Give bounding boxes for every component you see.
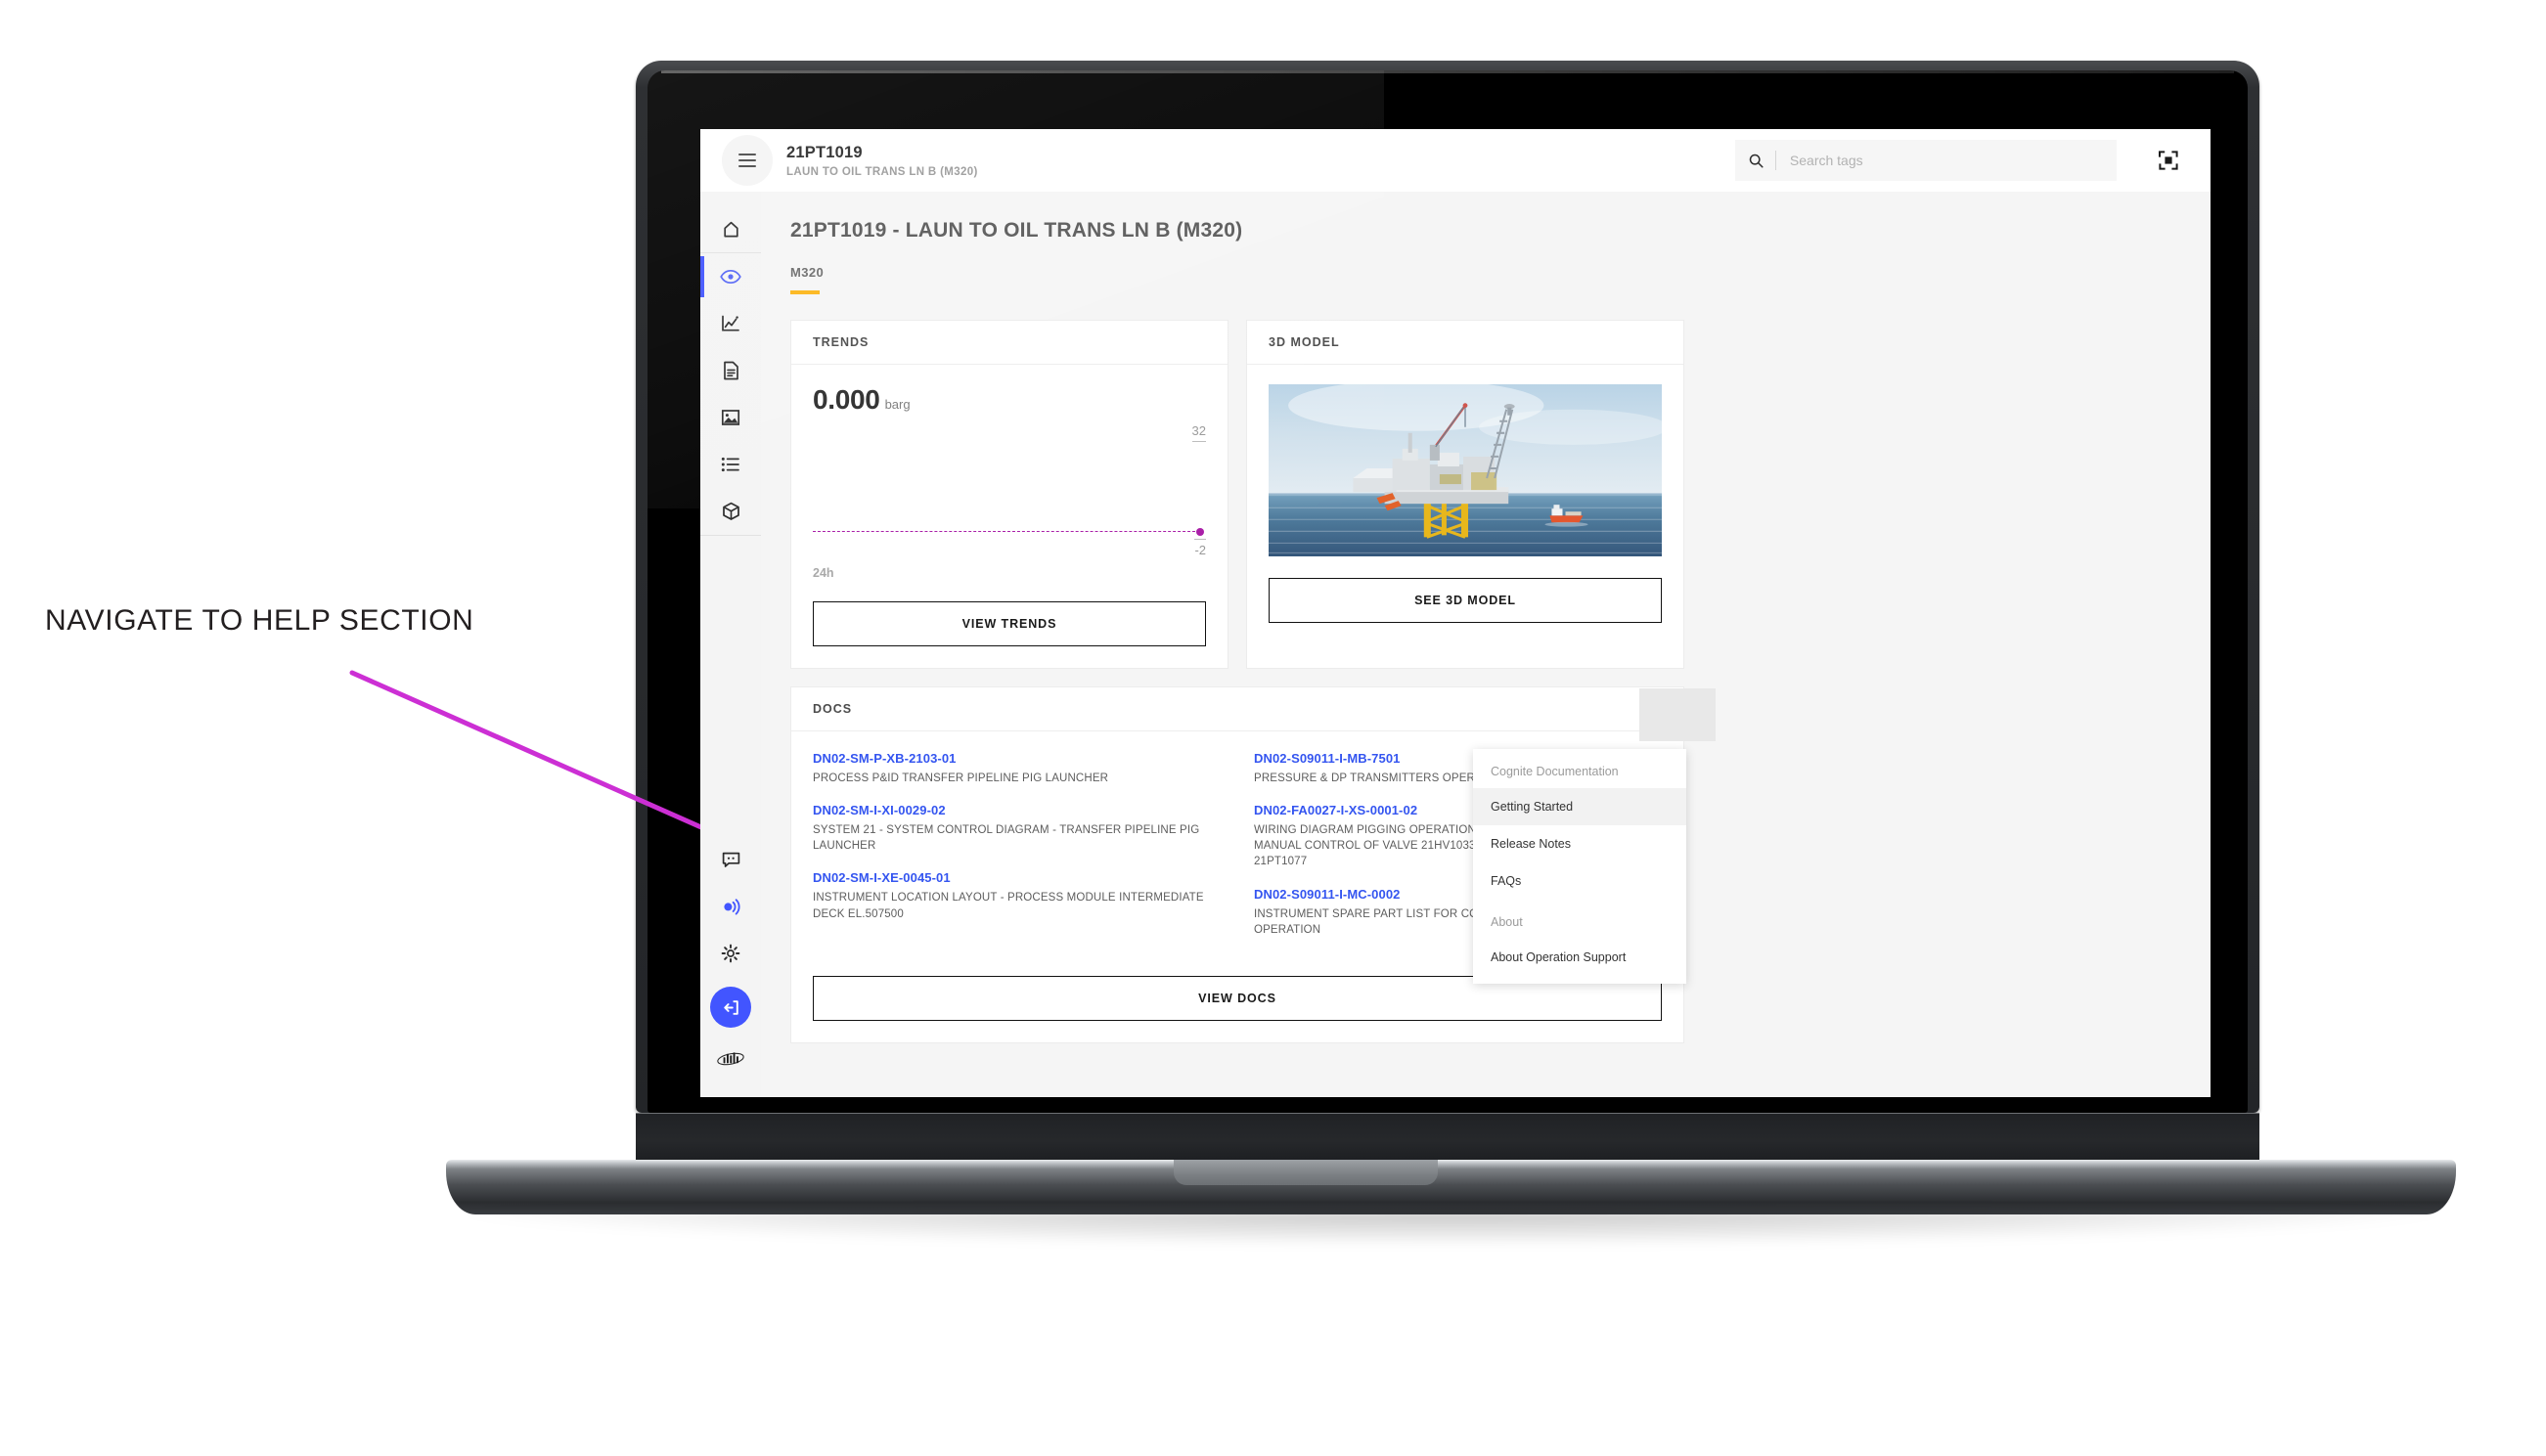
sidebar-item-3d[interactable] <box>700 488 761 535</box>
sidebar-item-list[interactable] <box>700 441 761 488</box>
tab-active-underline <box>790 290 820 294</box>
trend-reading: 0.000 barg <box>813 384 1206 416</box>
doc-item: DN02-SM-P-XB-2103-01 PROCESS P&ID TRANSF… <box>813 751 1221 786</box>
sidebar-tooltip-placeholder <box>1639 688 1716 741</box>
page-title: 21PT1019 - LAUN TO OIL TRANS LN B (M320) <box>790 219 1243 242</box>
help-section-label-about: About <box>1491 915 1523 929</box>
topbar-tag-description: LAUN TO OIL TRANS LN B (M320) <box>786 165 978 178</box>
app-body: 21PT1019 - LAUN TO OIL TRANS LN B (M320)… <box>700 192 2211 1097</box>
sidebar-item-feedback[interactable] <box>700 836 761 883</box>
search-input[interactable] <box>1789 153 2103 168</box>
doc-item: DN02-SM-I-XI-0029-02 SYSTEM 21 - SYSTEM … <box>813 803 1221 855</box>
screenshot-stage: NAVIGATE TO HELP SECTION 21PT1019 LAUN T… <box>0 0 2546 1456</box>
help-menu-item-release-notes[interactable]: Release Notes <box>1473 825 1686 862</box>
laptop-base <box>446 1160 2456 1214</box>
laptop-lid-chin <box>636 1113 2259 1164</box>
list-icon <box>721 457 739 472</box>
doc-item: DN02-SM-I-XE-0045-01 INSTRUMENT LOCATION… <box>813 870 1221 922</box>
sidebar-item-overview[interactable] <box>700 253 761 300</box>
doc-link[interactable]: DN02-SM-I-XE-0045-01 <box>813 870 1221 885</box>
app-sidebar <box>700 192 761 1097</box>
sidebar-divider-bottom <box>700 535 761 536</box>
hamburger-menu-button[interactable] <box>722 135 773 186</box>
tab-m320[interactable]: M320 <box>790 265 824 294</box>
help-menu-item-about-operation-support[interactable]: About Operation Support <box>1473 939 1686 976</box>
sidebar-item-settings[interactable] <box>700 930 761 977</box>
help-menu-item-faqs[interactable]: FAQs <box>1473 862 1686 900</box>
trends-card: TRENDS 0.000 barg 32 -2 24h VIEW TRENDS <box>790 319 1228 669</box>
doc-description: PROCESS P&ID TRANSFER PIPELINE PIG LAUNC… <box>813 772 1109 784</box>
view-trends-button[interactable]: VIEW TRENDS <box>813 600 1206 646</box>
home-icon <box>723 221 738 237</box>
scan-fullscreen-icon <box>2159 151 2178 170</box>
trend-latest-point <box>1196 527 1204 536</box>
sidebar-item-images[interactable] <box>700 394 761 441</box>
trends-card-title: TRENDS <box>813 334 870 349</box>
trend-series-line <box>813 527 1204 536</box>
trends-card-body: 0.000 barg 32 -2 24h VIEW TRENDS <box>791 365 1228 668</box>
model-card-title: 3D MODEL <box>1269 334 1340 349</box>
offshore-platform-image <box>1269 383 1662 556</box>
doc-description: SYSTEM 21 - SYSTEM CONTROL DIAGRAM - TRA… <box>813 823 1200 853</box>
trend-range-label: 24h <box>813 565 834 580</box>
trend-unit: barg <box>884 396 911 412</box>
logout-icon <box>723 999 738 1015</box>
search-icon <box>1749 154 1764 168</box>
topbar-tag-name: 21PT1019 <box>786 144 863 162</box>
model-card-header: 3D MODEL <box>1247 321 1683 365</box>
scan-fullscreen-button[interactable] <box>2154 146 2183 175</box>
docs-card-header: DOCS <box>791 687 1683 731</box>
app-screen: 21PT1019 LAUN TO OIL TRANS LN B (M320) S… <box>700 129 2211 1097</box>
help-broadcast-icon <box>724 899 740 915</box>
annotation-label: NAVIGATE TO HELP SECTION <box>45 604 474 637</box>
cognite-logo-icon <box>717 1052 744 1066</box>
laptop-base-notch <box>1174 1160 1438 1185</box>
trend-line-path <box>813 530 1200 532</box>
model-card: 3D MODEL SEE 3D MODEL <box>1246 319 1684 669</box>
help-menu-item-getting-started[interactable]: Getting Started <box>1473 788 1686 825</box>
help-section-label-documentation: Cognite Documentation <box>1491 765 1619 778</box>
tab-label: M320 <box>790 265 825 280</box>
sidebar-item-help[interactable] <box>700 883 761 930</box>
image-icon <box>721 410 740 425</box>
sidebar-item-documents[interactable] <box>700 347 761 394</box>
trend-chart-icon <box>722 315 739 331</box>
trend-sparkline-chart: 32 -2 <box>813 418 1206 562</box>
eye-icon <box>720 269 741 285</box>
gear-icon <box>721 944 740 963</box>
doc-link[interactable]: DN02-SM-P-XB-2103-01 <box>813 751 1221 766</box>
trend-axis-max: 32 <box>1191 423 1206 442</box>
help-dropdown-menu: Cognite Documentation Getting Started Re… <box>1473 749 1686 984</box>
docs-card-title: DOCS <box>813 701 853 716</box>
logout-button[interactable] <box>710 987 751 1028</box>
cards-row: TRENDS 0.000 barg 32 -2 24h VIEW TRENDS … <box>790 319 2181 669</box>
lid-top-highlight <box>661 70 2234 73</box>
laptop-drop-shadow <box>460 1211 2445 1246</box>
comment-icon <box>722 852 739 867</box>
search-divider <box>1775 151 1776 170</box>
sidebar-item-trends[interactable] <box>700 300 761 347</box>
see-3d-model-button[interactable]: SEE 3D MODEL <box>1269 577 1662 623</box>
app-topbar: 21PT1019 LAUN TO OIL TRANS LN B (M320) <box>700 129 2211 192</box>
cube-3d-icon <box>722 502 739 520</box>
sidebar-item-home[interactable] <box>700 205 761 252</box>
trend-axis-min: -2 <box>1194 538 1206 557</box>
cognite-logo <box>716 1049 745 1074</box>
tab-bar: M320 <box>790 264 2181 294</box>
doc-link[interactable]: DN02-SM-I-XI-0029-02 <box>813 803 1221 817</box>
doc-description: INSTRUMENT LOCATION LAYOUT - PROCESS MOD… <box>813 892 1204 920</box>
model-card-body: SEE 3D MODEL <box>1247 365 1683 644</box>
hamburger-icon <box>738 154 756 167</box>
topbar-right-group <box>1735 140 2183 181</box>
document-icon <box>723 361 738 380</box>
search-box[interactable] <box>1735 140 2117 181</box>
docs-column-left: DN02-SM-P-XB-2103-01 PROCESS P&ID TRANSF… <box>813 751 1221 955</box>
trend-value: 0.000 <box>813 383 880 415</box>
topbar-title-group: 21PT1019 LAUN TO OIL TRANS LN B (M320) <box>786 143 978 178</box>
trends-card-header: TRENDS <box>791 321 1228 365</box>
